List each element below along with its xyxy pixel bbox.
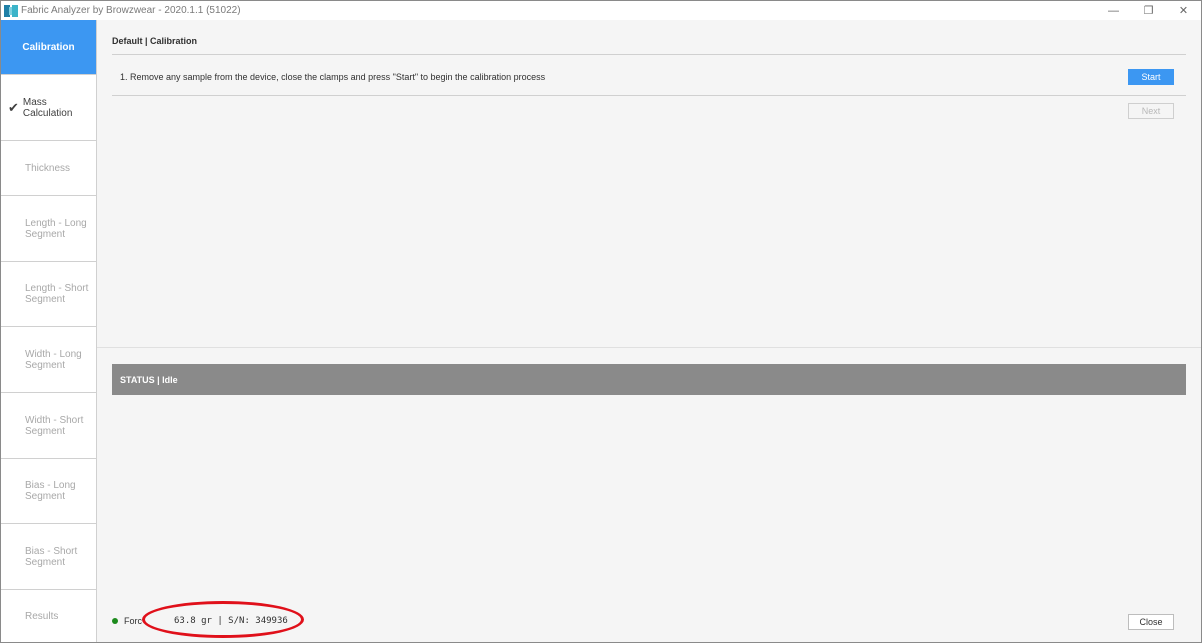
main-panel: Default | Calibration 1. Remove any samp… [97, 20, 1201, 642]
annotation-ellipse [142, 601, 304, 638]
sidebar-item-label: Length - Short Segment [25, 283, 89, 305]
sidebar-item-length-long[interactable]: Length - Long Segment [1, 196, 96, 262]
sidebar-item-thickness[interactable]: Thickness [1, 141, 96, 196]
status-text: STATUS | Idle [120, 374, 178, 385]
sidebar-item-bias-short[interactable]: Bias - Short Segment [1, 524, 96, 590]
sidebar-item-width-short[interactable]: Width - Short Segment [1, 393, 96, 459]
sidebar-item-label: Bias - Long Segment [25, 480, 76, 502]
window-title: Fabric Analyzer by Browzwear - 2020.1.1 … [21, 5, 241, 16]
sidebar-item-calibration[interactable]: Calibration [1, 20, 96, 75]
calibration-instruction: 1. Remove any sample from the device, cl… [120, 72, 546, 82]
sidebar-item-label: Calibration [22, 41, 75, 53]
sidebar-item-label: Mass Calculation [22, 96, 73, 119]
connection-indicator-icon [112, 618, 118, 624]
fabric-analyzer-app-icon [4, 4, 18, 17]
close-button[interactable]: Close [1128, 614, 1174, 630]
status-bar: STATUS | Idle [112, 364, 1186, 395]
next-button[interactable]: Next [1128, 103, 1174, 119]
breadcrumb: Default | Calibration [112, 36, 198, 46]
sidebar-item-bias-long[interactable]: Bias - Long Segment [1, 459, 96, 524]
sidebar-item-mass-calculation[interactable]: ✔ Mass Calculation [1, 75, 96, 141]
section-divider [97, 347, 1201, 348]
force-label: Forc [124, 616, 142, 626]
sidebar-item-label: Width - Long Segment [25, 348, 82, 371]
sidebar-item-length-short[interactable]: Length - Short Segment [1, 262, 96, 327]
sidebar-item-label: Thickness [25, 162, 71, 174]
maximize-icon[interactable]: ❐ [1131, 1, 1166, 20]
close-window-icon[interactable]: ✕ [1166, 1, 1201, 20]
sidebar-item-results[interactable]: Results [1, 590, 96, 642]
sidebar-item-width-long[interactable]: Width - Long Segment [1, 327, 96, 393]
sidebar-item-label: Length - Long Segment [25, 217, 87, 240]
instruction-divider [112, 95, 1186, 96]
header-divider [112, 54, 1186, 55]
title-bar: Fabric Analyzer by Browzwear - 2020.1.1 … [1, 1, 1201, 20]
window-controls: — ❐ ✕ [1096, 1, 1201, 20]
minimize-icon[interactable]: — [1096, 1, 1131, 20]
sidebar-item-label: Width - Short Segment [25, 414, 84, 437]
app-window: Fabric Analyzer by Browzwear - 2020.1.1 … [0, 0, 1202, 643]
steps-sidebar: Calibration ✔ Mass Calculation Thickness… [1, 20, 97, 642]
start-button[interactable]: Start [1128, 69, 1174, 85]
sidebar-item-label: Bias - Short Segment [25, 545, 78, 568]
checkmark-icon: ✔ [8, 100, 19, 115]
sidebar-item-label: Results [25, 610, 59, 622]
